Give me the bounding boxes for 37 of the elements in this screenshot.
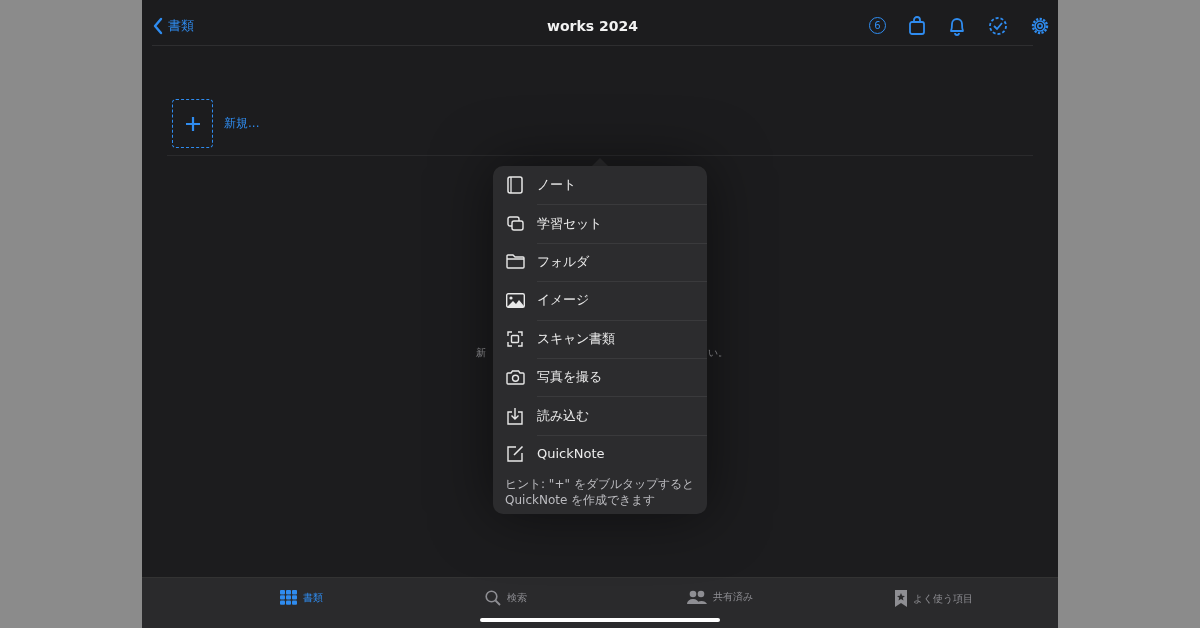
people-icon xyxy=(687,590,707,604)
stacked-cards-icon xyxy=(506,216,524,232)
menu-item[interactable]: 学習セット xyxy=(493,204,707,243)
folder-icon xyxy=(505,254,525,270)
dashed-check-circle-icon[interactable] xyxy=(988,15,1008,36)
bookmark-star-icon xyxy=(895,590,907,607)
menu-item[interactable]: ノート xyxy=(493,166,707,205)
hint-text: ヒント: "+" をダブルタップすると QuickNote を作成できます xyxy=(505,477,695,509)
notebook-icon xyxy=(507,176,523,195)
menu-item[interactable]: QuickNote xyxy=(493,434,707,474)
plus-icon xyxy=(185,116,200,131)
grid-icon xyxy=(280,590,297,605)
window-title: works 2024 xyxy=(547,17,638,34)
new-document-button[interactable] xyxy=(172,99,213,148)
import-icon xyxy=(507,406,523,425)
bell-icon[interactable] xyxy=(948,15,966,36)
new-label: 新規... xyxy=(224,115,260,132)
camera-icon xyxy=(505,369,525,385)
compose-icon xyxy=(506,445,524,463)
menu-item[interactable]: フォルダ xyxy=(493,242,707,282)
empty-message: い。 xyxy=(708,346,728,360)
menu-item[interactable]: 読み込む xyxy=(493,396,707,435)
back-button[interactable]: 書類 xyxy=(152,16,194,35)
empty-message: 新 xyxy=(476,346,486,360)
chevron-left-icon xyxy=(152,16,164,35)
image-icon xyxy=(505,292,525,308)
search-icon xyxy=(485,590,501,606)
menu-item[interactable]: スキャン書類 xyxy=(493,319,707,358)
menu-item[interactable]: 写真を撮る xyxy=(493,357,707,397)
tab[interactable]: 検索 xyxy=(485,590,527,606)
tab[interactable]: よく使う項目 xyxy=(895,590,973,607)
tab[interactable]: 共有済み xyxy=(687,590,753,604)
tab[interactable]: 書類 xyxy=(280,590,323,605)
menu-item[interactable]: イメージ xyxy=(493,281,707,320)
scan-icon xyxy=(507,330,523,347)
settings-icon[interactable] xyxy=(1030,15,1050,36)
bag-icon[interactable] xyxy=(908,15,926,36)
